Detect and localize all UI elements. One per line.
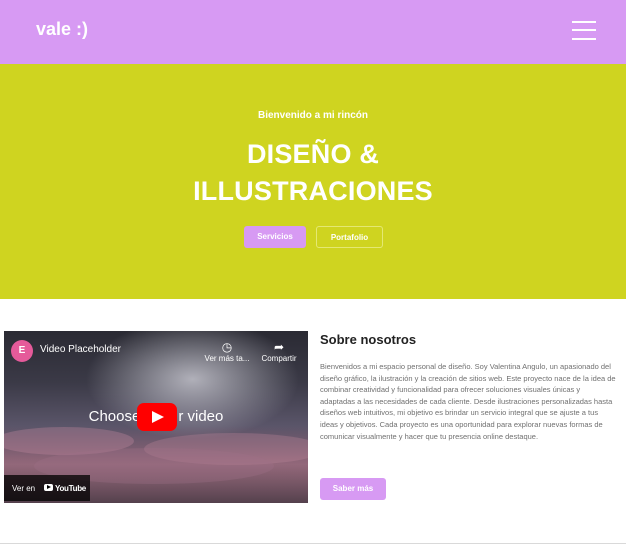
menu-line <box>572 38 596 40</box>
youtube-icon <box>44 484 53 491</box>
share-label: Compartir <box>261 354 297 363</box>
watch-later-label: Ver más ta... <box>204 354 250 363</box>
about-title: Sobre nosotros <box>320 332 417 347</box>
video-center-text-right: r video <box>178 408 224 425</box>
watch-on-youtube-button[interactable]: Ver en YouTube <box>4 475 90 501</box>
video-embed[interactable]: E Video Placeholder ◷ Ver más ta... ➦ Co… <box>4 331 308 503</box>
menu-line <box>572 21 596 23</box>
clock-icon: ◷ <box>221 340 233 354</box>
section-divider <box>0 543 626 544</box>
hamburger-icon[interactable] <box>572 21 596 41</box>
video-title[interactable]: Video Placeholder <box>40 344 121 355</box>
elementor-logo-icon: E <box>11 340 33 362</box>
play-icon[interactable] <box>137 403 177 431</box>
hero-title-line-1: DISEÑO & <box>246 139 380 169</box>
menu-line <box>572 29 596 31</box>
share-icon: ➦ <box>273 340 285 354</box>
hero-kicker: Bienvenido a mi rincón <box>257 110 369 121</box>
hero-section: Bienvenido a mi rincón DISEÑO & ILLUSTRA… <box>0 64 626 299</box>
services-button[interactable]: Servicios <box>244 226 306 248</box>
site-header: vale :) <box>0 0 626 64</box>
hero-title-line-2: ILLUSTRACIONES <box>193 176 433 206</box>
hero-title: DISEÑO & ILLUSTRACIONES <box>0 136 626 210</box>
learn-more-button[interactable]: Saber más <box>320 478 386 500</box>
watch-on-label: Ver en <box>12 484 36 493</box>
portfolio-button[interactable]: Portafolio <box>316 226 383 248</box>
about-body: Bienvenidos a mi espacio personal de dis… <box>320 362 616 441</box>
video-center-text-left: Choose <box>88 408 141 425</box>
watch-later-button[interactable]: ◷ Ver más ta... <box>202 340 252 363</box>
share-button[interactable]: ➦ Compartir <box>254 340 304 363</box>
site-logo[interactable]: vale :) <box>36 19 88 40</box>
youtube-wordmark: YouTube <box>55 484 86 493</box>
